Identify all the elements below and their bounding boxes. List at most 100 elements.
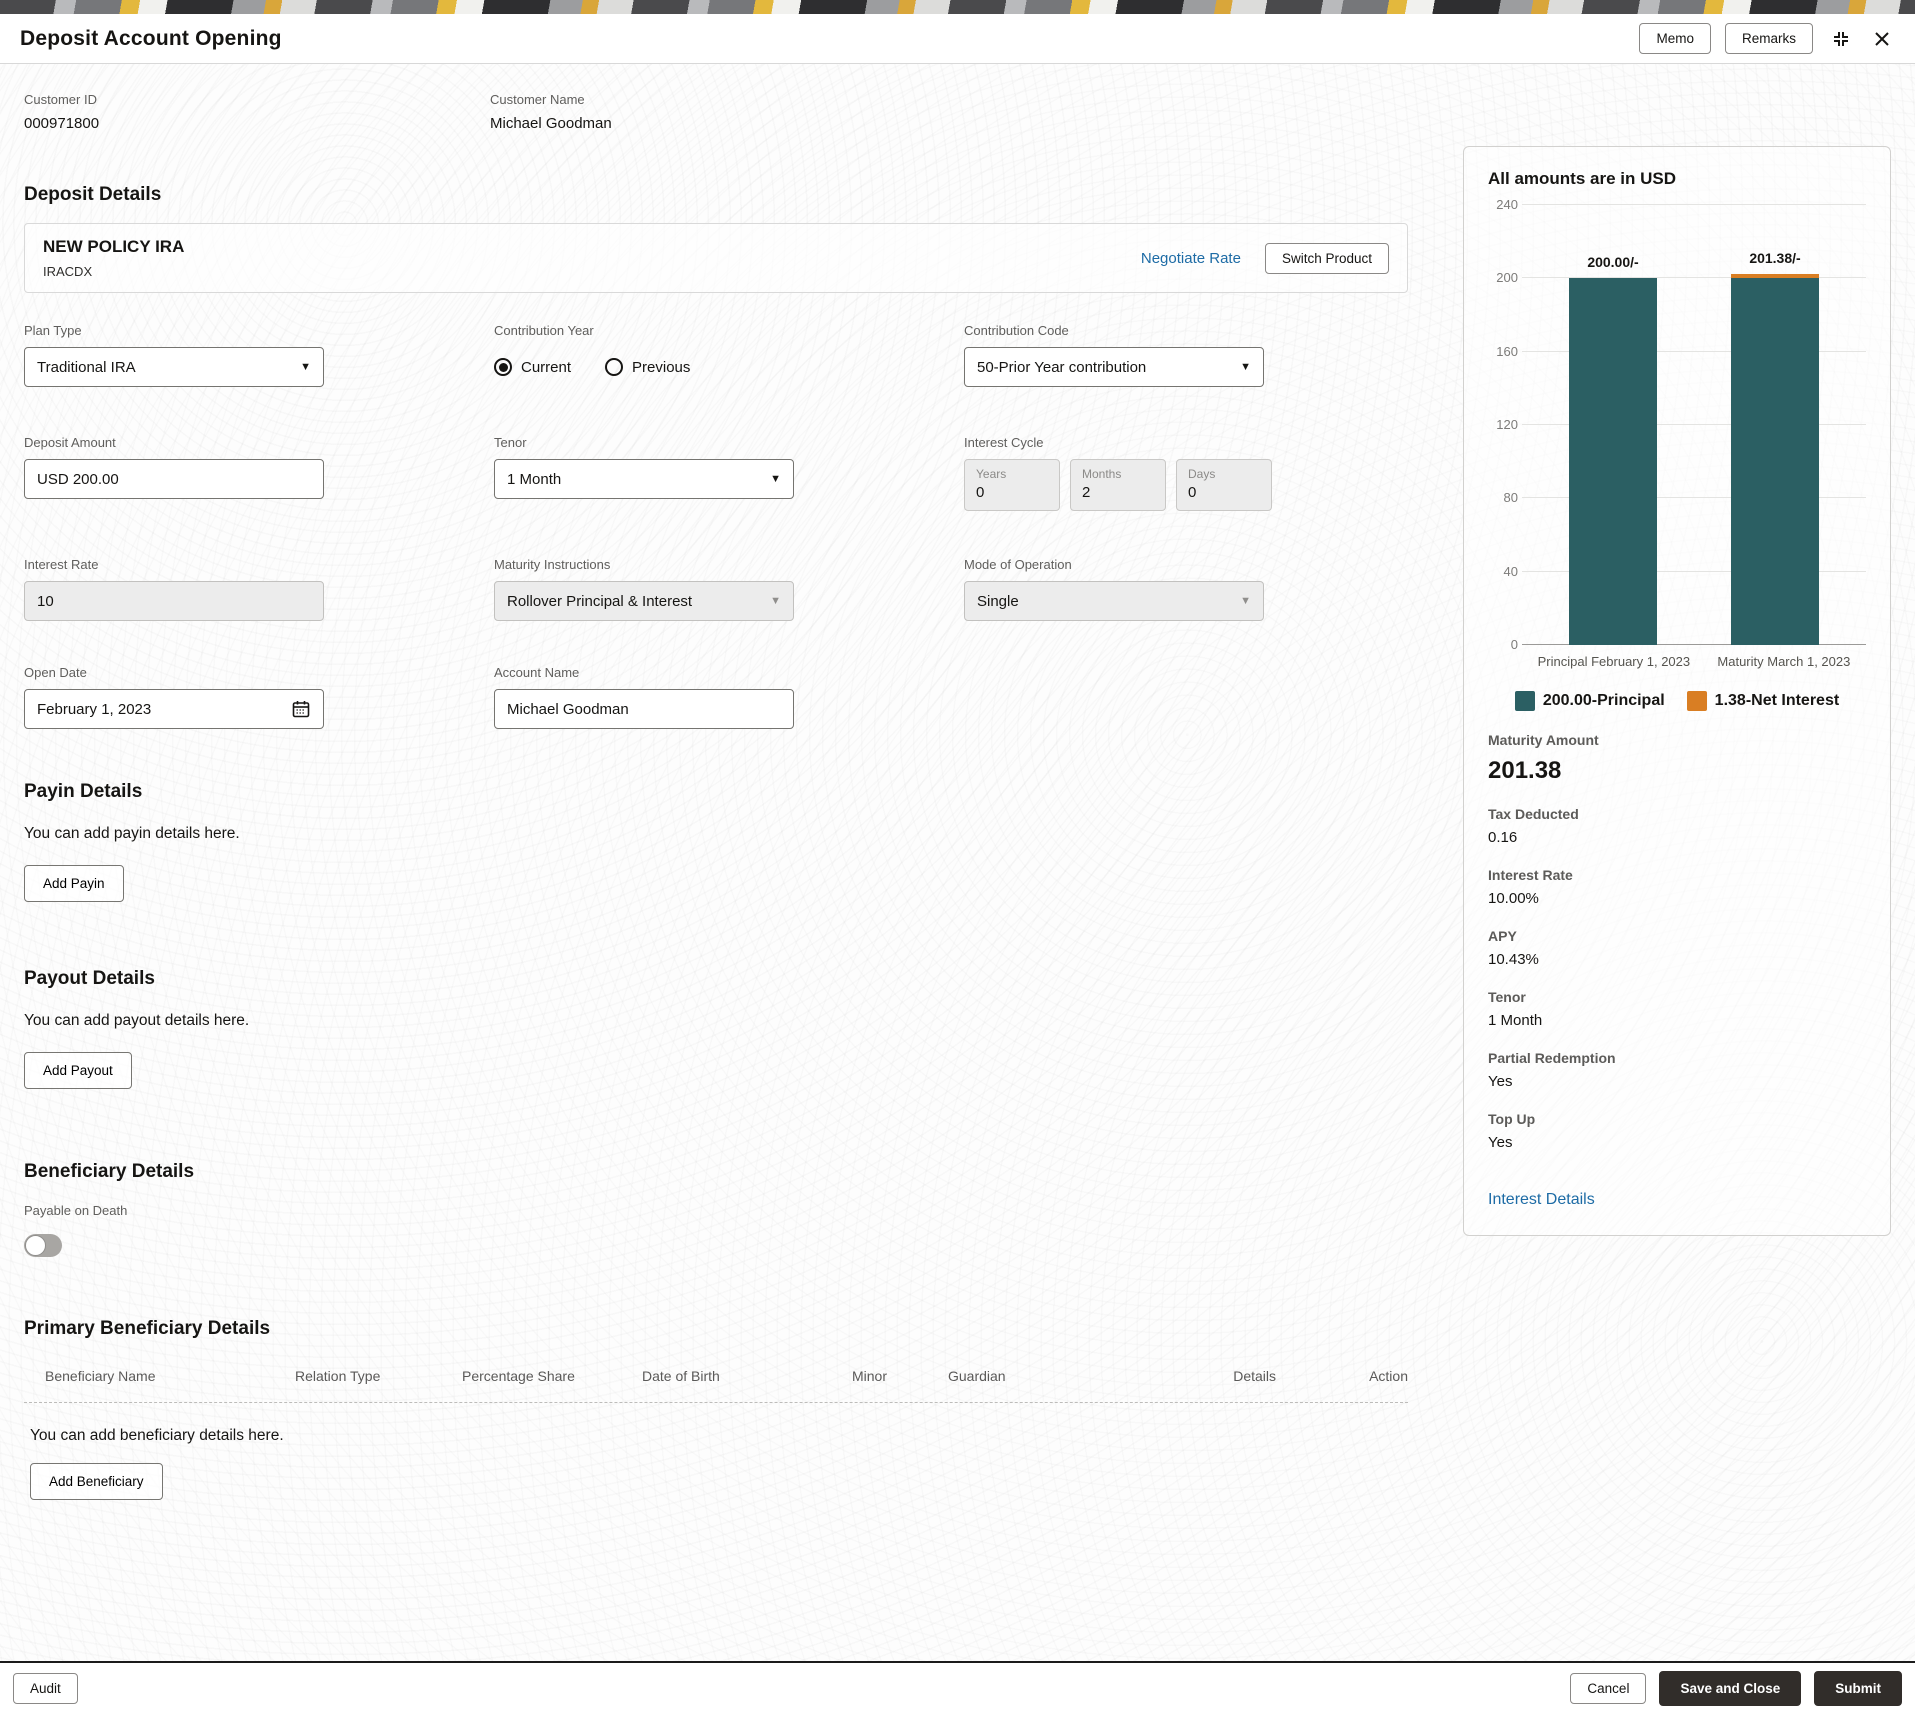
app-header: Deposit Account Opening Memo Remarks	[0, 14, 1915, 64]
years-value: 0	[976, 484, 985, 501]
maturity-instructions-label: Maturity Instructions	[494, 557, 611, 572]
bar-principal: 200.00/-	[1569, 205, 1657, 645]
tenor-select[interactable]: 1 Month ▼	[494, 459, 794, 499]
radio-current[interactable]: Current	[494, 358, 571, 376]
main-content: Customer ID 000971800 Customer Name Mich…	[0, 64, 1915, 1661]
stat-interest-rate: Interest Rate 10.00%	[1488, 867, 1866, 907]
switch-product-button[interactable]: Switch Product	[1264, 242, 1389, 274]
payable-on-death-label: Payable on Death	[24, 1203, 128, 1218]
radio-current-label: Current	[521, 358, 572, 376]
interest-cycle-group: Years 0 Months 2 Days 0	[964, 459, 1433, 511]
deposit-amount-value: USD 200.00	[37, 470, 119, 488]
close-icon[interactable]	[1869, 26, 1895, 52]
chevron-down-icon: ▼	[1240, 361, 1251, 373]
product-card: NEW POLICY IRA IRACDX Negotiate Rate Swi…	[24, 223, 1408, 293]
radio-previous[interactable]: Previous	[605, 358, 690, 376]
contribution-code-select[interactable]: 50-Prior Year contribution ▼	[964, 347, 1264, 387]
chart-x-labels: Principal February 1, 2023 Maturity Marc…	[1522, 654, 1866, 669]
radio-selected-icon	[494, 358, 512, 376]
interest-cycle-months: Months 2	[1070, 459, 1166, 511]
days-value: 0	[1188, 484, 1197, 501]
years-label: Years	[976, 467, 1007, 481]
chart-plot: 200.00/- 201.38/-	[1522, 204, 1866, 645]
collapse-icon[interactable]	[1827, 25, 1855, 53]
bar-value-label: 200.00/-	[1587, 254, 1639, 271]
remarks-button[interactable]: Remarks	[1724, 23, 1813, 54]
stat-apy: APY 10.43%	[1488, 928, 1866, 968]
stat-value: 10.43%	[1488, 951, 1539, 968]
payin-empty-text: You can add payin details here.	[24, 825, 240, 842]
customer-id-value: 000971800	[24, 115, 100, 132]
deposit-amount-input[interactable]: USD 200.00	[24, 459, 324, 499]
audit-button[interactable]: Audit	[13, 1673, 78, 1704]
interest-details-link[interactable]: Interest Details	[1488, 1191, 1595, 1209]
interest-rate-value: 10	[37, 592, 54, 610]
maturity-chart: 0 40 80 120 160 200 240 200.00/- 201.38/-	[1488, 197, 1866, 652]
mode-of-operation-value: Single	[977, 592, 1019, 610]
bar-value-label: 201.38/-	[1749, 250, 1801, 267]
submit-button[interactable]: Submit	[1814, 1671, 1902, 1706]
chart-legend: 200.00-Principal 1.38-Net Interest	[1488, 691, 1866, 711]
stat-label: Tax Deducted	[1488, 806, 1579, 822]
add-payin-button[interactable]: Add Payin	[24, 865, 124, 902]
chart-bars: 200.00/- 201.38/-	[1522, 205, 1866, 645]
y-tick-label: 40	[1503, 563, 1518, 579]
add-payout-button[interactable]: Add Payout	[24, 1052, 132, 1089]
negotiate-rate-link[interactable]: Negotiate Rate	[1141, 250, 1241, 267]
add-beneficiary-button[interactable]: Add Beneficiary	[30, 1463, 163, 1500]
x-label-principal: Principal February 1, 2023	[1537, 654, 1691, 669]
mode-of-operation-select: Single ▼	[964, 581, 1264, 621]
tenor-label: Tenor	[494, 435, 527, 450]
account-name-input[interactable]: Michael Goodman	[494, 689, 794, 729]
cancel-button[interactable]: Cancel	[1570, 1673, 1647, 1704]
stat-value: Yes	[1488, 1134, 1513, 1151]
y-tick-label: 200	[1496, 270, 1518, 286]
legend-net-interest: 1.38-Net Interest	[1686, 691, 1839, 711]
y-tick-label: 120	[1496, 417, 1518, 432]
memo-button[interactable]: Memo	[1639, 23, 1711, 54]
open-date-value: February 1, 2023	[37, 700, 152, 718]
stat-tenor: Tenor 1 Month	[1488, 989, 1866, 1029]
chevron-down-icon: ▼	[300, 361, 311, 373]
col-action: Action	[1369, 1368, 1408, 1384]
y-tick-label: 0	[1510, 637, 1518, 652]
interest-rate-label: Interest Rate	[24, 557, 99, 572]
interest-cycle-days: Days 0	[1176, 459, 1272, 511]
col-minor: Minor	[852, 1368, 888, 1384]
toggle-knob	[25, 1235, 46, 1256]
plan-type-label: Plan Type	[24, 323, 82, 338]
stat-label: Tenor	[1488, 989, 1526, 1005]
customer-id-label: Customer ID	[24, 92, 97, 107]
deposit-form: Plan Type Traditional IRA ▼ Contribution…	[24, 293, 1433, 729]
customer-name-value: Michael Goodman	[490, 115, 612, 132]
y-tick-label: 80	[1503, 490, 1518, 506]
payout-empty-text: You can add payout details here.	[24, 1012, 250, 1029]
chevron-down-icon: ▼	[770, 473, 781, 485]
calendar-icon[interactable]	[291, 699, 311, 719]
legend-principal-label: 200.00-Principal	[1542, 692, 1665, 709]
customer-summary: Customer ID 000971800 Customer Name Mich…	[24, 92, 1891, 132]
customer-name-label: Customer Name	[490, 92, 585, 107]
plan-type-select[interactable]: Traditional IRA ▼	[24, 347, 324, 387]
payout-details-heading: Payout Details	[24, 968, 155, 989]
account-name-label: Account Name	[494, 665, 580, 680]
stat-label: APY	[1488, 928, 1517, 944]
col-date-of-birth: Date of Birth	[642, 1368, 720, 1384]
app-footer: Audit Cancel Save and Close Submit	[0, 1661, 1915, 1714]
legend-net-interest-swatch	[1686, 691, 1707, 711]
radio-previous-label: Previous	[632, 358, 691, 376]
x-label-maturity: Maturity March 1, 2023	[1717, 654, 1851, 669]
open-date-label: Open Date	[24, 665, 87, 680]
chart-y-axis: 0 40 80 120 160 200 240	[1488, 197, 1522, 652]
stat-label: Top Up	[1488, 1111, 1536, 1127]
contribution-code-value: 50-Prior Year contribution	[977, 358, 1147, 376]
col-relation-type: Relation Type	[295, 1368, 381, 1384]
stat-label: Partial Redemption	[1488, 1050, 1616, 1066]
stat-partial-redemption: Partial Redemption Yes	[1488, 1050, 1866, 1090]
open-date-input[interactable]: February 1, 2023	[24, 689, 324, 729]
maturity-instructions-select: Rollover Principal & Interest ▼	[494, 581, 794, 621]
stat-tax-deducted: Tax Deducted 0.16	[1488, 806, 1866, 846]
product-name: NEW POLICY IRA	[43, 237, 185, 256]
payable-on-death-toggle[interactable]	[24, 1234, 62, 1257]
save-and-close-button[interactable]: Save and Close	[1659, 1671, 1802, 1706]
